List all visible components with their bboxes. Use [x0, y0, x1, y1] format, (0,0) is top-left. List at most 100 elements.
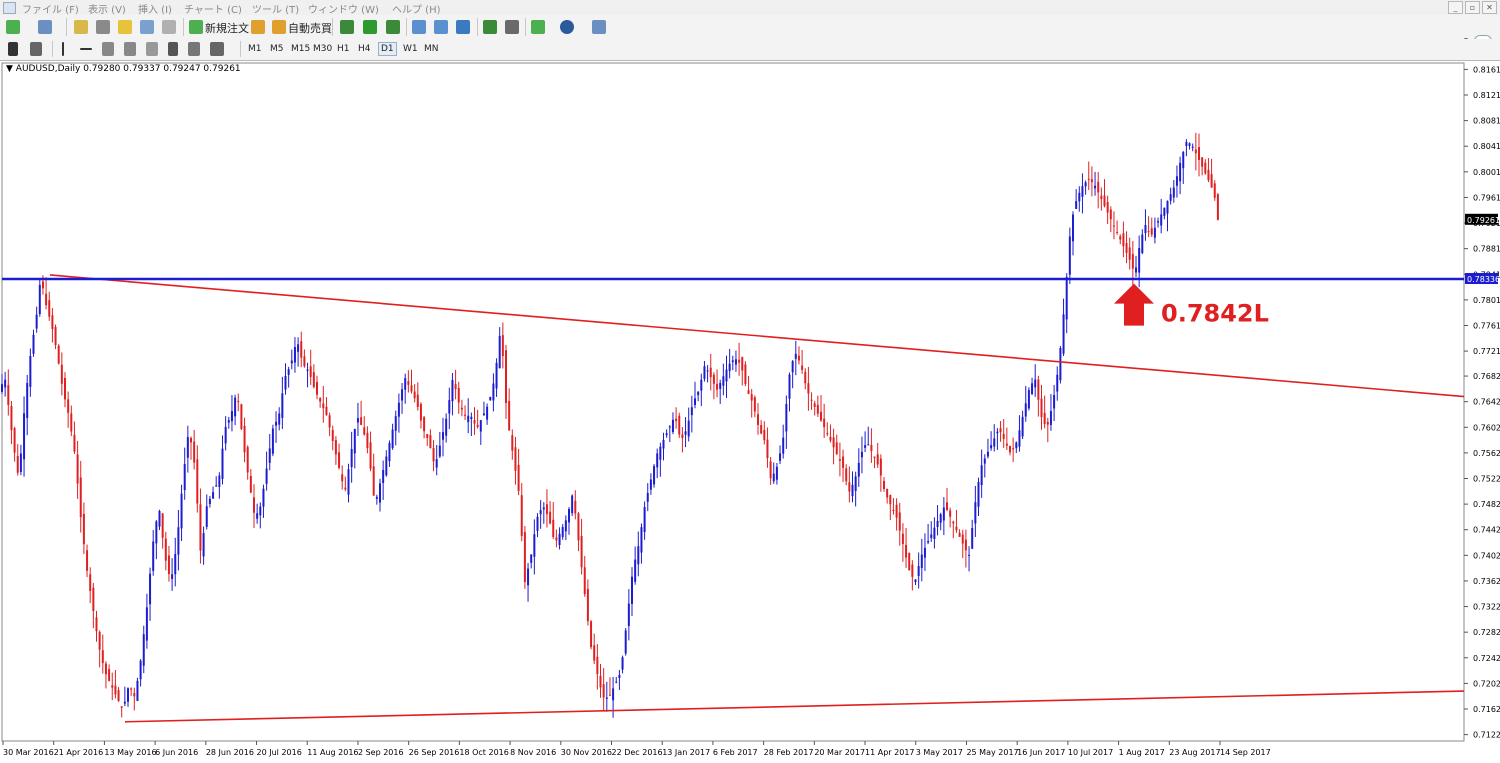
app-icon: [3, 2, 16, 14]
timeframe-m15[interactable]: M15: [289, 43, 312, 55]
menu-chart[interactable]: チャート (C): [184, 1, 242, 16]
candle-body: [303, 356, 306, 367]
candle-body: [341, 474, 344, 482]
auto-scroll-icon[interactable]: [483, 20, 497, 34]
timeframe-h4[interactable]: H4: [356, 43, 373, 55]
candle-body: [1194, 149, 1197, 154]
candle-body: [738, 359, 741, 363]
strategy-tester-icon[interactable]: [162, 20, 176, 34]
candle-body: [382, 469, 385, 483]
candle-body: [1160, 214, 1163, 226]
candle-body: [643, 506, 646, 533]
candle-body: [190, 437, 192, 443]
timeframe-m1[interactable]: M1: [246, 43, 264, 55]
candle-body: [130, 688, 133, 690]
candle-body: [281, 393, 284, 418]
tile-windows-icon[interactable]: [456, 20, 470, 34]
terminal-icon[interactable]: [140, 20, 154, 34]
candlestick-icon[interactable]: [363, 20, 377, 34]
candle-body: [760, 425, 763, 434]
timeframe-h1[interactable]: H1: [335, 43, 352, 55]
close-button[interactable]: ✕: [1482, 1, 1497, 14]
y-tick-label: 0.76020: [1473, 423, 1500, 432]
horizontal-line-icon[interactable]: [80, 48, 92, 50]
candle-body: [64, 377, 66, 400]
candle-body: [29, 356, 32, 387]
price-chart[interactable]: 0.81610 0.81210 0.80810 0.80410 0.80010 0.796…: [0, 60, 1500, 763]
timeframe-w1[interactable]: W1: [401, 43, 420, 55]
candle-body: [101, 650, 104, 664]
cursor-icon[interactable]: [8, 42, 18, 56]
candle-body: [1015, 442, 1018, 449]
equidistant-channel-icon[interactable]: [124, 42, 136, 56]
chart-area[interactable]: 0.81610 0.81210 0.80810 0.80410 0.80010 0.796…: [0, 60, 1500, 763]
menu-insert[interactable]: 挿入 (I): [138, 1, 172, 16]
candle-body: [319, 398, 322, 402]
candle-body: [1144, 224, 1147, 234]
candle-body: [10, 406, 13, 431]
zoom-out-icon[interactable]: [434, 20, 448, 34]
candle-body: [671, 419, 674, 433]
auto-trading-icon[interactable]: [272, 20, 286, 34]
candle-body: [366, 432, 369, 448]
vertical-line-icon[interactable]: [62, 42, 64, 56]
profiles-icon[interactable]: [38, 20, 52, 34]
menu-window[interactable]: ウィンドウ (W): [308, 1, 379, 16]
candle-body: [568, 509, 570, 523]
zoom-in-icon[interactable]: [412, 20, 426, 34]
restore-button[interactable]: ▫: [1465, 1, 1480, 14]
navigator-icon[interactable]: [118, 20, 132, 34]
trendline-icon[interactable]: [102, 42, 114, 56]
candle-body: [1135, 267, 1137, 273]
indicators-icon[interactable]: [531, 20, 545, 34]
market-watch-icon[interactable]: [74, 20, 88, 34]
x-tick-label: 10 Jul 2017: [1068, 748, 1113, 757]
candle-body: [202, 533, 205, 557]
minimize-button[interactable]: _: [1448, 1, 1463, 14]
data-window-icon[interactable]: [96, 20, 110, 34]
line-chart-icon[interactable]: [386, 20, 400, 34]
new-chart-icon[interactable]: [6, 20, 20, 34]
metaeditor-icon[interactable]: [251, 20, 265, 34]
arrows-icon[interactable]: [210, 42, 224, 56]
candle-body: [983, 458, 986, 464]
candle-body: [423, 417, 426, 432]
candle-body: [996, 431, 999, 434]
bar-chart-icon[interactable]: [340, 20, 354, 34]
candle-body: [1122, 233, 1125, 247]
candle-body: [637, 546, 640, 565]
candle-body: [306, 369, 309, 371]
timeframe-m30[interactable]: M30: [311, 43, 334, 55]
menu-file[interactable]: ファイル (F): [22, 1, 79, 16]
menu-tools[interactable]: ツール (T): [252, 1, 299, 16]
candle-body: [775, 466, 778, 480]
menu-help[interactable]: ヘルプ (H): [392, 1, 441, 16]
candle-body: [152, 541, 155, 571]
chart-shift-icon[interactable]: [505, 20, 519, 34]
timeframe-mn[interactable]: MN: [422, 43, 441, 55]
candle-body: [750, 394, 753, 401]
menu-view[interactable]: 表示 (V): [88, 1, 126, 16]
templates-icon[interactable]: [592, 20, 606, 34]
periods-icon[interactable]: [560, 20, 574, 34]
candle-body: [139, 660, 142, 680]
toolbar-separator: [406, 18, 407, 36]
y-tick-label: 0.74420: [1473, 526, 1500, 535]
auto-trading-button[interactable]: 自動売買: [288, 20, 332, 36]
crosshair-icon[interactable]: [30, 42, 42, 56]
text-label-icon[interactable]: [188, 42, 200, 56]
candle-body: [1188, 143, 1191, 146]
candle-body: [744, 364, 747, 384]
timeframe-m5[interactable]: M5: [268, 43, 286, 55]
text-icon[interactable]: [168, 42, 178, 56]
x-tick-label: 14 Sep 2017: [1220, 748, 1271, 757]
candle-body: [407, 381, 410, 385]
new-order-icon[interactable]: [189, 20, 203, 34]
x-tick-label: 18 Oct 2016: [459, 748, 508, 757]
candle-body: [476, 424, 479, 427]
timeframe-d1[interactable]: D1: [378, 42, 397, 56]
candle-body: [1128, 247, 1131, 260]
candle-body: [1109, 209, 1112, 220]
fibonacci-icon[interactable]: [146, 42, 158, 56]
new-order-button[interactable]: 新規注文: [205, 20, 249, 36]
